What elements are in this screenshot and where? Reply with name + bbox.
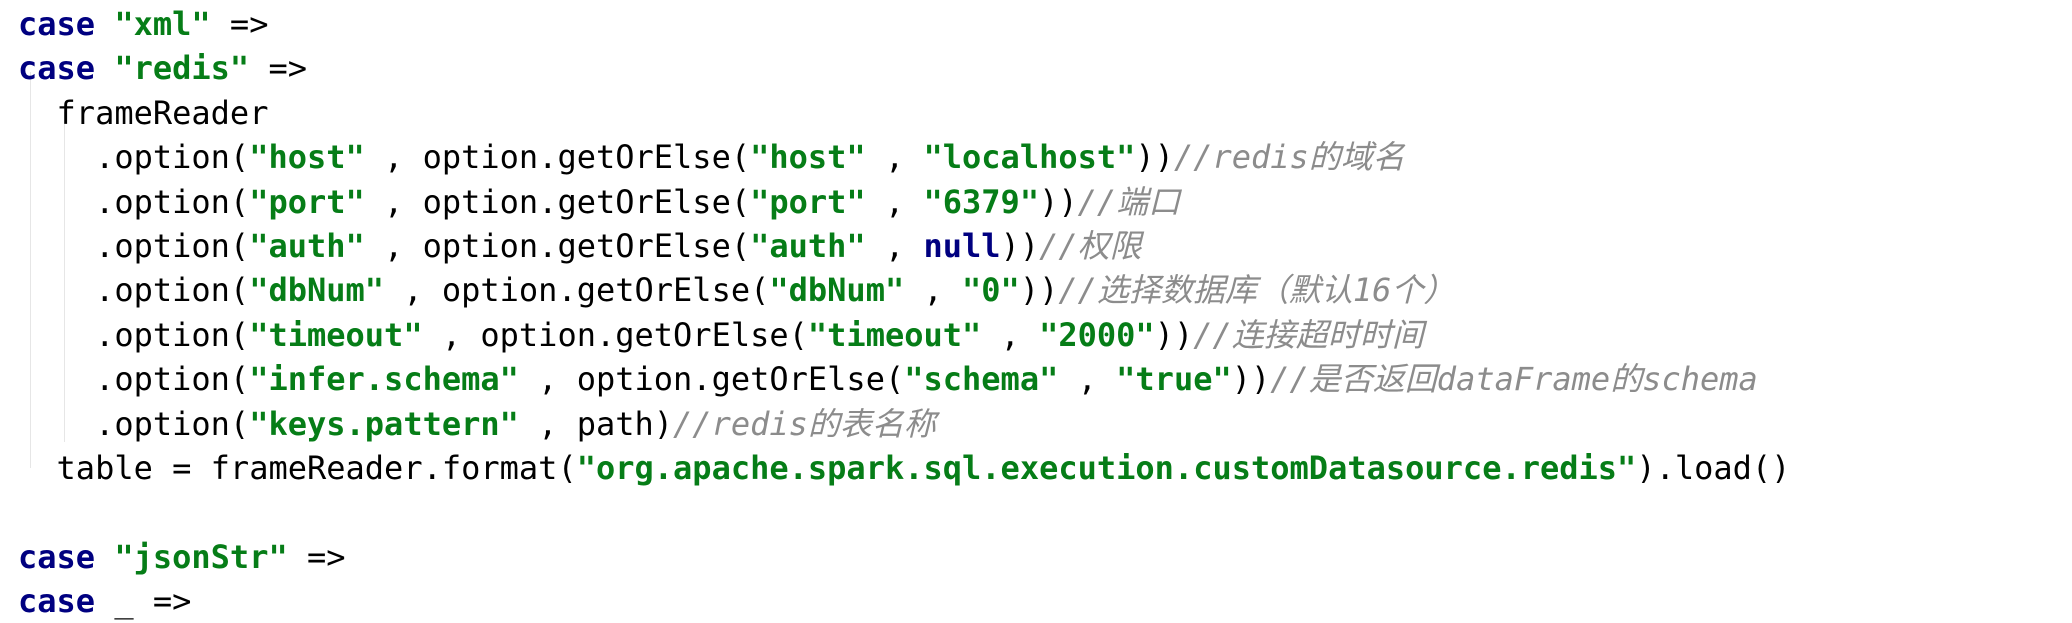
string-token: "port" [750, 182, 866, 221]
string-token: "jsonStr" [114, 537, 288, 576]
string-token: "2000" [1039, 315, 1155, 354]
code-token: , option.getOrElse( [364, 227, 751, 265]
keyword-token: null [923, 227, 1001, 265]
code-token: )) [1019, 271, 1059, 310]
string-token: "keys.pattern" [249, 404, 519, 443]
comment-token: //选择数据库（默认16个） [1058, 271, 1456, 310]
code-line[interactable]: .option("host" , option.getOrElse("host"… [18, 135, 1405, 179]
string-token: "dbNum" [769, 271, 905, 310]
code-line[interactable]: .option("port" , option.getOrElse("port"… [18, 180, 1180, 224]
comment-token: //权限 [1039, 227, 1142, 265]
code-token: )) [1154, 315, 1194, 354]
code-token: .option( [18, 227, 250, 265]
code-token: frameReader [18, 93, 269, 132]
string-token: "0" [962, 271, 1020, 310]
code-line[interactable]: case "xml" => [18, 2, 268, 46]
string-token: "redis" [114, 49, 250, 88]
comment-token: //redis的表名称 [673, 404, 936, 443]
string-token: "timeout" [249, 315, 423, 354]
keyword-token: case [18, 5, 96, 43]
code-editor[interactable]: case "xml" => case "redis" => frameReader… [0, 0, 2072, 620]
code-token: , [904, 271, 963, 310]
code-token: .option( [18, 315, 250, 354]
comment-token: //端口 [1077, 182, 1181, 221]
code-token: .option( [18, 182, 250, 221]
code-token: , option.getOrElse( [364, 138, 751, 177]
comment-token: //连接超时时间 [1193, 315, 1424, 354]
string-token: "xml" [114, 5, 211, 43]
code-line[interactable]: .option("infer.schema" , option.getOrEls… [18, 357, 1758, 401]
code-token: , option.getOrElse( [364, 182, 751, 221]
code-token: , [865, 182, 924, 221]
keyword-token: case [18, 537, 96, 576]
code-line[interactable]: .option("auth" , option.getOrElse("auth"… [18, 224, 1142, 268]
code-token: , option.getOrElse( [518, 360, 905, 399]
string-token: "org.apache.spark.sql.execution.customDa… [576, 449, 1637, 487]
code-token: .option( [18, 271, 250, 310]
comment-token: //redis的域名 [1173, 138, 1405, 177]
code-line[interactable]: frameReader [18, 91, 269, 135]
code-line[interactable]: .option("keys.pattern" , path)//redis的表名… [18, 402, 936, 446]
string-token: "timeout" [807, 315, 982, 354]
code-line[interactable]: case "redis" => [18, 46, 307, 90]
keyword-token: case [18, 49, 96, 88]
code-token: , [865, 227, 924, 265]
code-token: , [865, 138, 924, 177]
code-line[interactable]: case "jsonStr" => [18, 535, 346, 579]
string-token: "infer.schema" [249, 360, 519, 399]
code-token: => [210, 5, 269, 43]
string-token: "host" [249, 138, 365, 177]
code-line[interactable]: case _ => [18, 579, 191, 623]
string-token: "6379" [923, 182, 1040, 221]
code-token: table = frameReader.format( [18, 449, 577, 487]
code-token: , path) [518, 404, 674, 443]
code-token: , option.getOrElse( [422, 315, 808, 354]
code-line[interactable]: .option("dbNum" , option.getOrElse("dbNu… [18, 268, 1455, 312]
code-line[interactable]: table = frameReader.format("org.apache.s… [18, 446, 1791, 490]
code-token: )) [1039, 182, 1078, 221]
keyword-token: case [18, 582, 96, 621]
code-token: => [249, 49, 307, 88]
string-token: "port" [249, 182, 365, 221]
string-token: "host" [750, 138, 866, 177]
code-token: ).load() [1636, 449, 1791, 487]
code-token: , [1058, 360, 1117, 399]
code-token: , [981, 315, 1040, 354]
code-token: .option( [18, 360, 250, 399]
code-token: )) [1000, 227, 1040, 265]
code-line[interactable]: .option("timeout" , option.getOrElse("ti… [18, 313, 1424, 357]
string-token: "auth" [750, 227, 866, 265]
string-token: "dbNum" [249, 271, 385, 310]
code-token: => [287, 537, 346, 576]
code-token: )) [1231, 360, 1271, 399]
comment-token: //是否返回dataFrame的schema [1270, 360, 1758, 399]
code-token: _ => [95, 582, 192, 621]
code-token: .option( [18, 138, 250, 177]
code-token: .option( [18, 404, 250, 443]
string-token: "auth" [249, 227, 365, 265]
string-token: "schema" [904, 360, 1059, 399]
string-token: "localhost" [923, 138, 1136, 177]
code-token: )) [1135, 138, 1174, 177]
code-token: , option.getOrElse( [384, 271, 770, 310]
string-token: "true" [1116, 360, 1232, 399]
